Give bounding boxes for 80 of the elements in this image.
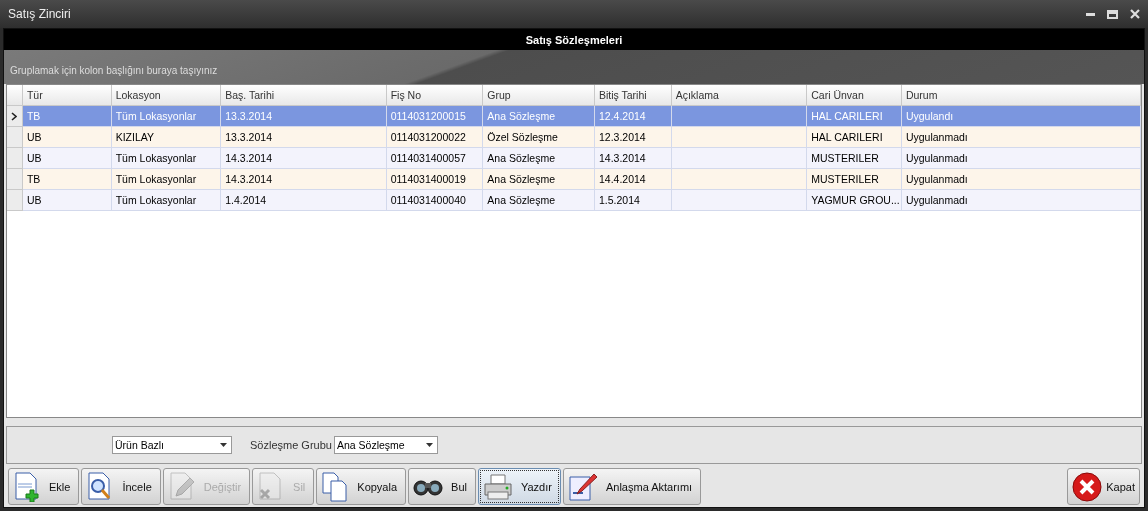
column-header[interactable]: Tür — [22, 85, 112, 106]
table-cell: Uygulanmadı — [905, 194, 968, 206]
column-header[interactable]: Grup — [483, 85, 595, 106]
minimize-icon[interactable] — [1086, 12, 1095, 16]
column-header[interactable]: Lokasyon — [111, 85, 222, 106]
table-cell: Uygulanmadı — [905, 173, 968, 185]
table-cell: 14.3.2014 — [225, 152, 272, 164]
document-pencil-icon — [167, 471, 196, 502]
table-cell: KIZILAY — [115, 131, 154, 143]
table-row[interactable]: UB Tüm Lokasyonlar 14.3.2014 0114031400057 Ana Sözleşme 14.3.2014 MUSTERILER Uygulanmadı — [7, 148, 1141, 169]
table-row[interactable]: UB Tüm Lokasyonlar 1.4.2014 0114031400040 Ana Sözleşme 1.5.2014 YAGMUR GROU... Uygulanmadı — [7, 190, 1141, 211]
toolbar-button[interactable]: Ekle — [8, 468, 80, 505]
toolbar-button[interactable]: Yazdır — [477, 468, 561, 505]
table-cell: Ana Sözleşme — [487, 173, 556, 185]
close-icon — [1072, 471, 1103, 502]
table-cell: Tüm Lokasyonlar — [115, 194, 197, 206]
table-cell: Özel Sözleşme — [487, 131, 558, 143]
row-selector[interactable] — [7, 106, 23, 127]
table-row[interactable]: TB Tüm Lokasyonlar 14.3.2014 0114031400019 Ana Sözleşme 14.4.2014 MUSTERILER Uygulanmadı — [7, 169, 1141, 190]
table-cell: MUSTERILER — [811, 173, 879, 185]
column-header[interactable]: Durum — [901, 85, 1141, 106]
table-cell: Uygulanmadı — [905, 131, 968, 143]
field-label: Sözleşme Grubu — [250, 439, 332, 451]
column-header[interactable]: Cari Ünvan — [807, 85, 902, 106]
table-cell: 12.3.2014 — [598, 131, 646, 143]
section-header: Satış Sözleşmeleri — [4, 29, 1144, 50]
table-cell: TB — [26, 110, 41, 122]
table-cell: Uygulandı — [905, 110, 954, 122]
table-cell: 1.5.2014 — [598, 194, 640, 206]
toolbar-button[interactable]: İncele — [81, 468, 161, 505]
caret-icon — [425, 443, 433, 447]
toolbar-button[interactable]: Anlaşma Aktarımı — [562, 468, 702, 505]
table-cell: 14.4.2014 — [598, 173, 646, 185]
window-title: Satış Zinciri — [8, 7, 72, 21]
table-cell: Tüm Lokasyonlar — [115, 152, 197, 164]
table-cell: 0114031400057 — [390, 152, 466, 164]
table-cell: 0114031200015 — [390, 110, 466, 122]
table-cell: 13.3.2014 — [225, 110, 272, 122]
toolbar-button[interactable]: Kopyala — [316, 468, 407, 505]
column-header[interactable]: Fiş No — [386, 85, 484, 106]
column-header[interactable]: Açıklama — [671, 85, 808, 106]
column-header[interactable]: Bitiş Tarihi — [594, 85, 672, 106]
table-cell: Uygulanmadı — [905, 152, 968, 164]
table-cell: HAL CARILERI — [811, 131, 883, 143]
caret-icon — [220, 443, 227, 447]
column-header[interactable]: Baş. Tarihi — [221, 85, 387, 106]
table-cell: 0114031400040 — [390, 194, 466, 206]
table-cell: Ana Sözleşme — [487, 152, 556, 164]
close-button[interactable]: Kapat — [1067, 468, 1140, 505]
table-row[interactable]: UB KIZILAY 13.3.2014 0114031200022 Özel Sözleşme 12.3.2014 HAL CARILERI Uygulanmadı — [7, 127, 1141, 148]
table-cell: Tüm Lokasyonlar — [115, 173, 197, 185]
document-add-icon — [13, 471, 41, 502]
table-cell: UB — [26, 194, 42, 206]
table-cell: YAGMUR GROU... — [811, 194, 900, 206]
table-cell: Tüm Lokasyonlar — [115, 110, 197, 122]
table-cell: 12.4.2014 — [598, 110, 646, 122]
table-cell: 13.3.2014 — [225, 131, 272, 143]
table-cell: Ana Sözleşme — [487, 194, 556, 206]
two-documents-icon — [321, 471, 350, 502]
group-panel: Gruplamak için kolon başlığını buraya taşıyınız — [4, 50, 1144, 84]
toolbar-button[interactable]: Bul — [408, 468, 476, 505]
dropdown[interactable]: Ürün Bazlı — [112, 436, 232, 454]
table-cell: UB — [26, 152, 42, 164]
table-cell: UB — [26, 131, 42, 143]
document-pen-icon — [567, 472, 598, 501]
table-cell: 0114031200022 — [390, 131, 466, 143]
table-cell: 1.4.2014 — [225, 194, 267, 206]
printer-icon — [482, 473, 513, 500]
table-cell: TB — [26, 173, 41, 185]
table-cell: 14.3.2014 — [225, 173, 272, 185]
table-cell: MUSTERILER — [811, 152, 879, 164]
close-icon[interactable] — [1130, 9, 1140, 19]
row-pointer-icon — [11, 111, 18, 121]
table-cell: HAL CARILERI — [811, 110, 883, 122]
corner-header — [7, 85, 23, 106]
table-cell: Ana Sözleşme — [487, 110, 556, 122]
dropdown[interactable]: Ana Sözleşme — [333, 436, 438, 454]
table-cell: 0114031400019 — [390, 173, 466, 185]
maximize-icon[interactable] — [1107, 9, 1118, 19]
table-cell: 14.3.2014 — [598, 152, 646, 164]
